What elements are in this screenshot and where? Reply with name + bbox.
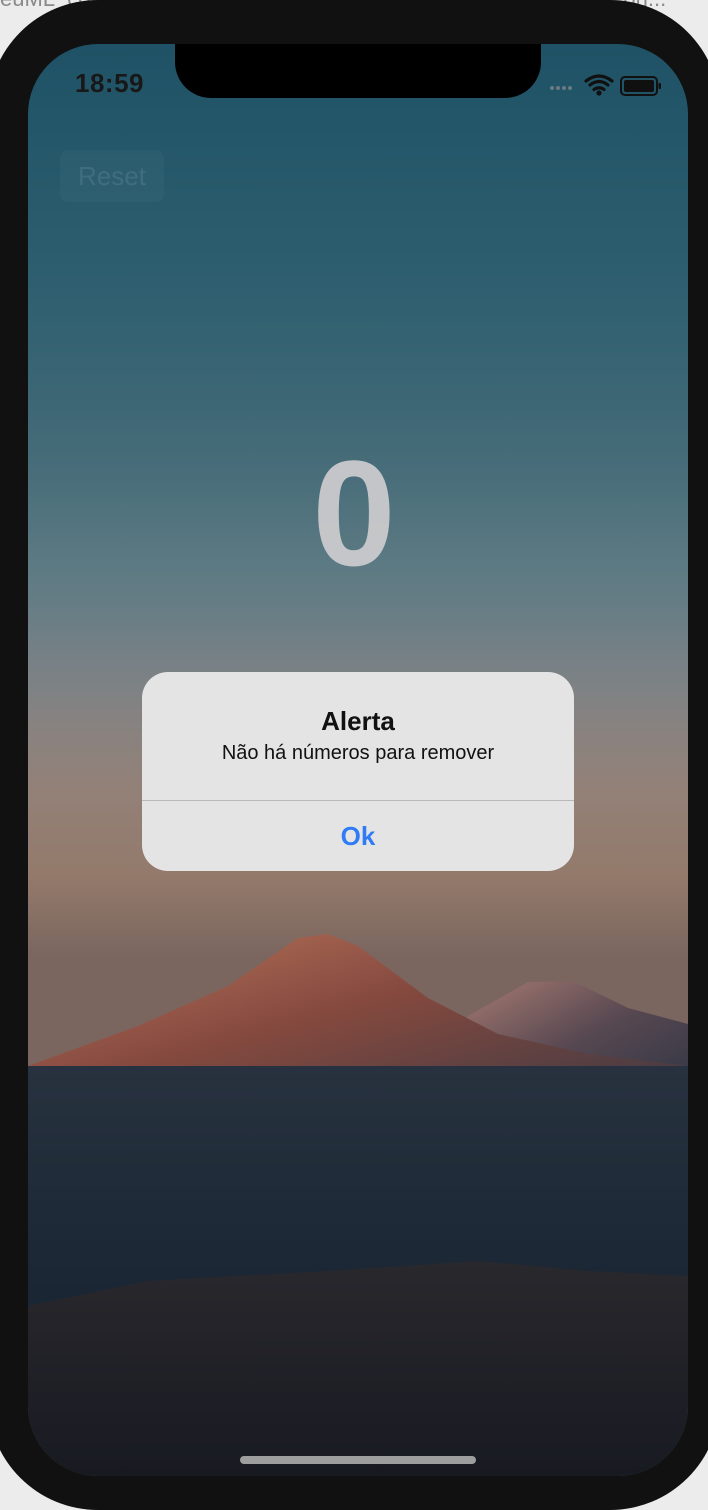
alert-dialog: Alerta Não há números para remover Ok — [142, 672, 574, 871]
home-indicator[interactable] — [240, 1456, 476, 1464]
alert-title: Alerta — [321, 706, 395, 736]
alert-message: Não há números para remover — [221, 742, 495, 764]
alert-ok-button[interactable]: Ok — [142, 801, 574, 871]
